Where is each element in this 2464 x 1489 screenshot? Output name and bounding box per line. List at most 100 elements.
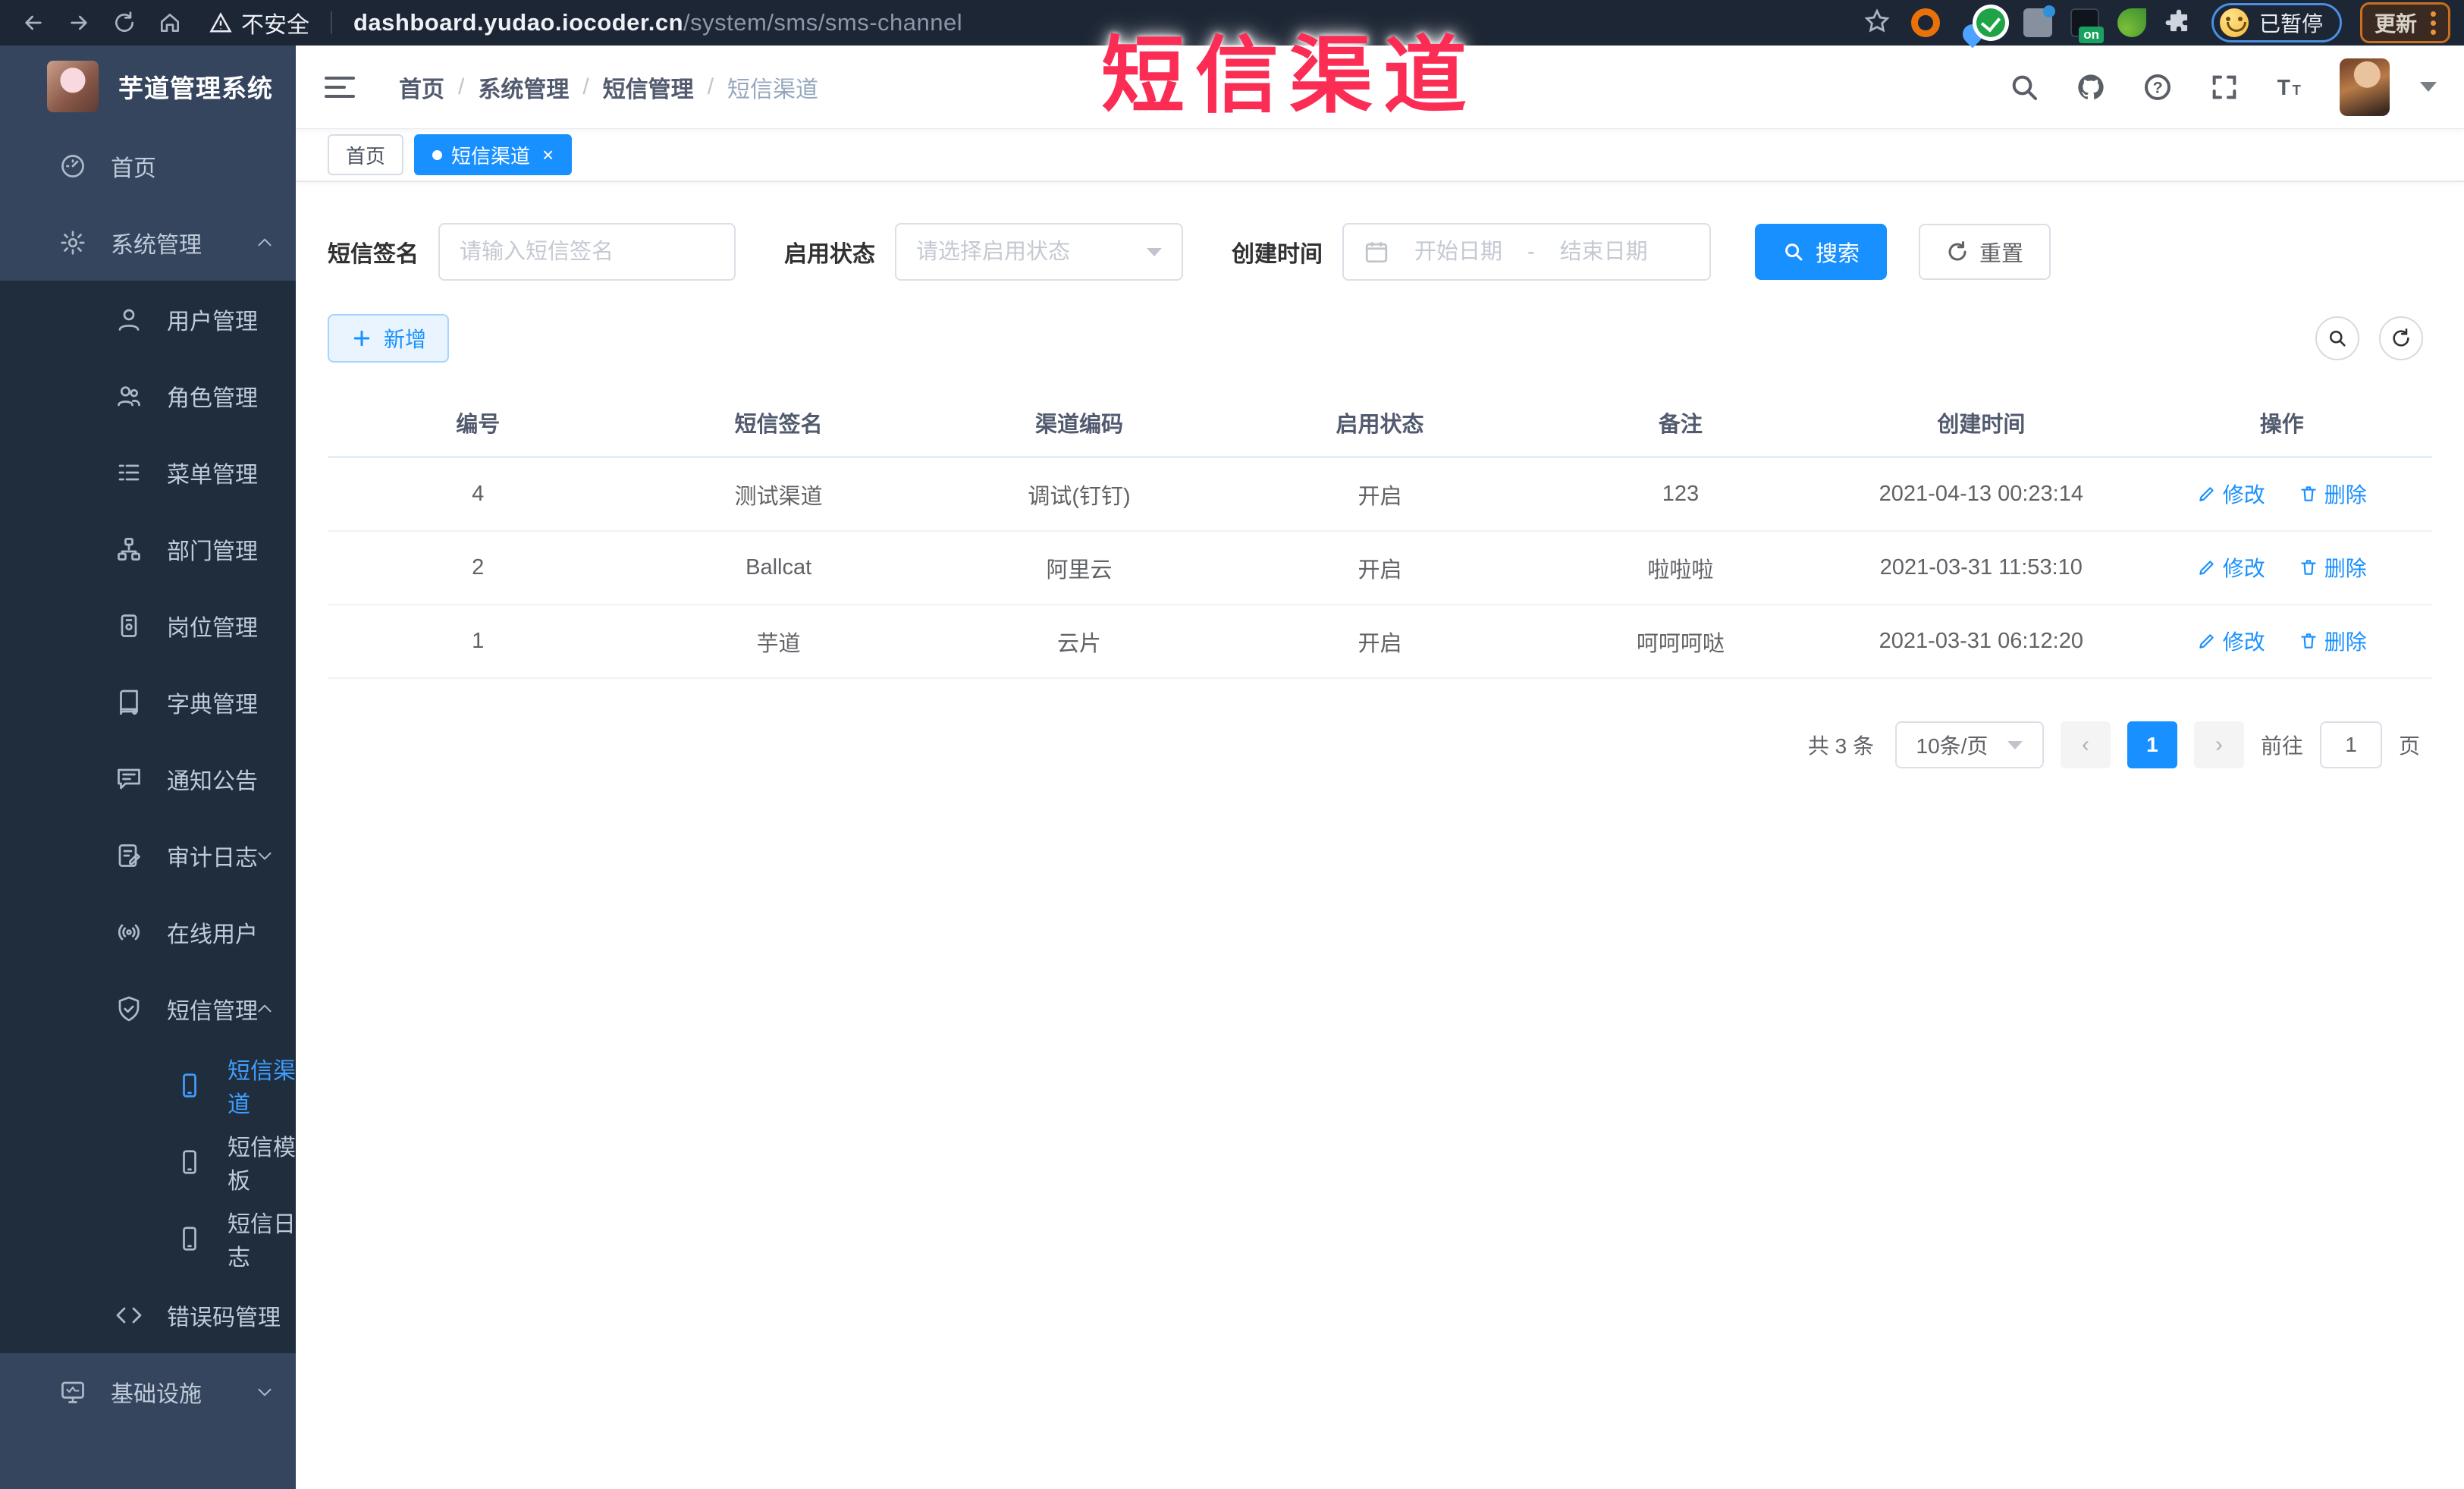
page-size-select[interactable]: 10条/页 [1894,721,2044,768]
sidebar-item-menus[interactable]: 菜单管理 [0,434,296,510]
avatar-caret-icon[interactable] [2420,82,2437,92]
browser-menu-icon[interactable] [2431,11,2436,35]
audit-log-icon [118,843,140,867]
collapse-sidebar-icon[interactable] [323,72,356,102]
sidebar-item-posts[interactable]: 岗位管理 [0,587,296,664]
trash-icon [2301,560,2316,575]
font-size-icon[interactable]: TT [2273,69,2309,105]
edit-link[interactable]: 修改 [2197,479,2265,509]
add-button[interactable]: 新增 [328,314,450,363]
browser-bar: 不安全 dashboard.yudao.iocoder.cn/system/sm… [0,0,2464,46]
chevron-up-icon [258,1004,272,1012]
refresh-table-button[interactable] [2379,316,2423,360]
goto-label: 前往 [2260,734,2303,758]
extension-check-icon[interactable] [1976,8,2005,37]
sidebar-item-sms-template[interactable]: 短信模板 [0,1123,296,1200]
breadcrumb-home[interactable]: 首页 [399,71,444,104]
edit-link[interactable]: 修改 [2197,552,2265,583]
system-submenu: 用户管理 角色管理 菜单管理 部门管理 岗位管理 字典管理 通知公告 审计日志 … [0,281,296,1353]
end-date-input[interactable] [1546,239,1661,265]
tab-close-icon[interactable]: × [542,145,554,165]
header-search-icon[interactable] [2006,69,2042,105]
breadcrumb-separator: / [458,74,465,99]
search-button[interactable]: 搜索 [1755,224,1888,280]
tags-bar: 首页 短信渠道 × [296,129,2464,182]
sidebar: 芋道管理系统 首页 系统管理 用户管理 角色管理 菜单管理 部门管理 岗位管理 … [0,46,296,1489]
sidebar-item-notice[interactable]: 通知公告 [0,740,296,817]
extension-dark-icon[interactable]: on [2070,8,2104,43]
sign-input[interactable] [460,239,714,265]
address-bar[interactable]: dashboard.yudao.iocoder.cn/system/sms/sm… [353,9,962,36]
range-separator: - [1527,239,1535,264]
extensions-puzzle-icon[interactable] [2164,8,2193,37]
browser-reload-icon[interactable] [105,5,144,41]
delete-link[interactable]: 删除 [2299,479,2367,509]
sidebar-item-auditlog[interactable]: 审计日志 [0,817,296,894]
prev-page-button[interactable]: ‹ [2060,721,2111,768]
dictionary-icon [120,690,138,715]
breadcrumb-sms[interactable]: 短信管理 [603,71,694,104]
toggle-search-button[interactable] [2315,316,2359,360]
menu-list-icon [118,464,140,480]
sidebar-item-sms-log[interactable]: 短信日志 [0,1200,296,1277]
edit-link[interactable]: 修改 [2197,626,2265,656]
extension-grid-icon[interactable] [2023,5,2055,37]
svg-text:T: T [2277,76,2290,100]
app-logo[interactable]: 芋道管理系统 [0,46,296,127]
sidebar-item-roles[interactable]: 角色管理 [0,357,296,434]
sidebar-item-depts[interactable]: 部门管理 [0,510,296,587]
reset-button[interactable]: 重置 [1919,224,2051,280]
sidebar-item-errorcode[interactable]: 错误码管理 [0,1277,296,1353]
start-date-input[interactable] [1401,239,1515,265]
github-icon[interactable] [2073,69,2109,105]
user-avatar[interactable] [2340,58,2390,116]
sidebar-item-dict[interactable]: 字典管理 [0,664,296,740]
col-sign: 短信签名 [734,412,823,437]
phone-icon [183,1226,196,1251]
sidebar-item-sms[interactable]: 短信管理 [0,970,296,1047]
table-header-row: 编号 短信签名 渠道编码 启用状态 备注 创建时间 操作 [328,388,2432,458]
user-icon [118,309,140,331]
status-select[interactable] [895,223,1183,281]
sidebar-item-sms-channel[interactable]: 短信渠道 [0,1047,296,1123]
sidebar-item-online[interactable]: 在线用户 [0,894,296,970]
next-page-button[interactable]: › [2193,721,2244,768]
trash-icon [2301,486,2316,501]
app-header: 首页 / 系统管理 / 短信管理 / 短信渠道 ? TT [296,46,2464,129]
status-select-input[interactable] [916,239,1138,265]
id-badge-icon [121,614,137,637]
breadcrumb-system[interactable]: 系统管理 [478,71,569,104]
dashboard-icon [61,154,84,177]
gear-icon [61,230,85,255]
site-security-chip[interactable]: 不安全 [209,6,309,39]
date-range-picker[interactable]: - [1342,223,1711,281]
edit-icon [2199,561,2214,575]
sidebar-item-users[interactable]: 用户管理 [0,281,296,357]
table-row: 2 Ballcat 阿里云 开启 啦啦啦 2021-03-31 11:53:10… [328,532,2432,605]
browser-update-button[interactable]: 更新 [2359,2,2450,43]
delete-link[interactable]: 删除 [2299,552,2367,583]
pagination: 共 3 条 10条/页 ‹ 1 › 前往 页 [328,721,2432,768]
extension-plant-icon[interactable] [2117,8,2146,37]
page-1-button[interactable]: 1 [2127,721,2177,768]
browser-forward-icon[interactable] [59,5,99,41]
delete-link[interactable]: 删除 [2299,626,2367,656]
fullscreen-icon[interactable] [2206,69,2243,105]
tab-sms-channel[interactable]: 短信渠道 × [414,134,573,175]
sidebar-item-infrastructure[interactable]: 基础设施 [0,1353,296,1430]
profile-paused-badge[interactable]: 已暂停 [2211,3,2342,42]
bookmark-star-icon[interactable] [1864,8,1893,37]
pagination-total: 共 3 条 [1807,734,1874,758]
goto-page-input[interactable] [2319,721,2382,768]
edit-icon [2199,487,2214,501]
extension-orange-icon[interactable] [1910,8,1940,37]
sign-input-wrap [438,223,736,281]
sidebar-item-system[interactable]: 系统管理 [0,204,296,281]
sidebar-item-home[interactable]: 首页 [0,127,296,204]
browser-back-icon[interactable] [14,5,53,41]
help-icon[interactable]: ? [2139,69,2176,105]
tab-home[interactable]: 首页 [328,134,404,175]
active-tab-dot [432,149,443,160]
online-signal-icon [118,924,140,940]
browser-home-icon[interactable] [150,5,190,41]
